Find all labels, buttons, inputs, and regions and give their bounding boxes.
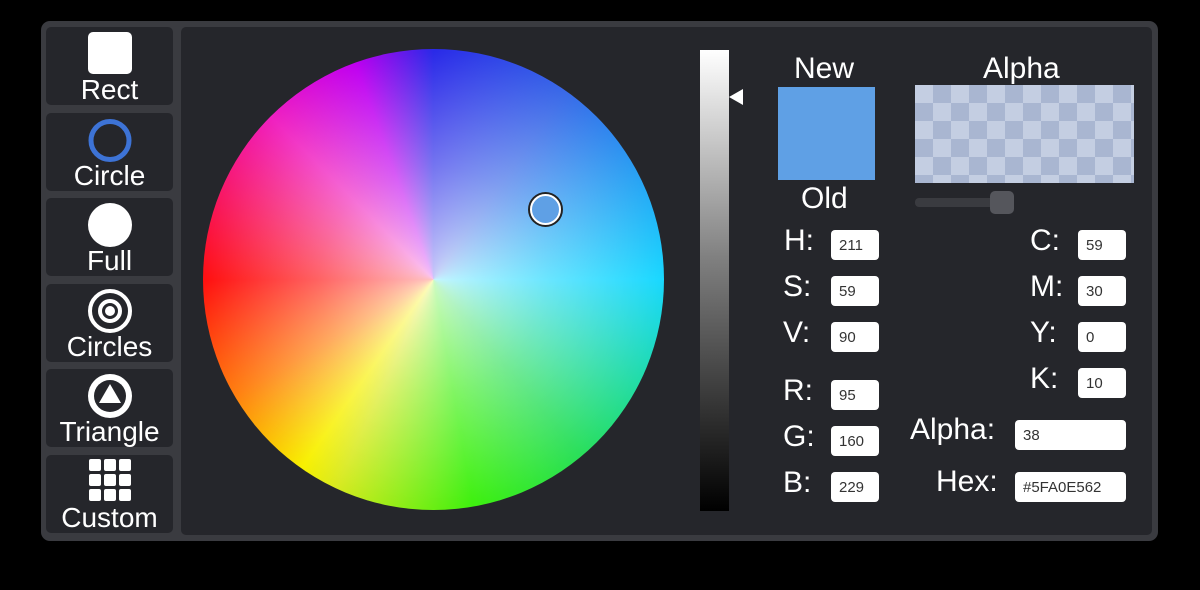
value-slider-arrow-icon[interactable]	[729, 89, 743, 105]
hex-field[interactable]: #5FA0E562	[1015, 472, 1126, 502]
mode-label: Full	[86, 245, 133, 276]
rect-icon	[87, 32, 132, 74]
h-field[interactable]: 211	[831, 230, 879, 260]
mode-label: Custom	[61, 502, 158, 533]
color-wheel-handle[interactable]	[530, 194, 561, 225]
circle-outline-icon	[88, 119, 131, 162]
y-field[interactable]: 0	[1078, 322, 1126, 352]
b-label: B:	[783, 466, 812, 499]
k-field[interactable]: 10	[1078, 368, 1126, 398]
g-field[interactable]: 160	[831, 426, 879, 456]
m-field[interactable]: 30	[1078, 276, 1126, 306]
new-color-label: New	[794, 52, 855, 85]
s-label: S:	[783, 270, 812, 303]
hex-label: Hex:	[936, 465, 998, 498]
alpha-label: Alpha:	[910, 413, 996, 446]
color-wheel[interactable]	[203, 49, 664, 510]
v-label: V:	[783, 316, 811, 349]
mode-button-rect[interactable]: Rect	[46, 27, 173, 105]
alpha-slider-thumb[interactable]	[990, 191, 1014, 214]
alpha-preview-label: Alpha	[983, 52, 1060, 85]
v-field[interactable]: 90	[831, 322, 879, 352]
new-color-swatch	[778, 87, 875, 180]
grid-icon	[88, 459, 131, 501]
b-field[interactable]: 229	[831, 472, 879, 502]
y-label: Y:	[1030, 316, 1057, 349]
concentric-circles-icon	[87, 289, 132, 333]
old-color-label: Old	[801, 182, 848, 215]
s-field[interactable]: 59	[831, 276, 879, 306]
mode-button-custom[interactable]: Custom	[46, 455, 173, 533]
triangle-in-circle-icon	[87, 374, 132, 418]
mode-button-full[interactable]: Full	[46, 198, 173, 276]
c-label: C:	[1030, 224, 1060, 257]
k-label: K:	[1030, 362, 1059, 395]
alpha-field[interactable]: 38	[1015, 420, 1126, 450]
h-label: H:	[784, 224, 814, 257]
mode-label: Circles	[66, 331, 153, 362]
c-field[interactable]: 59	[1078, 230, 1126, 260]
mode-button-circles[interactable]: Circles	[46, 284, 173, 362]
mode-label: Triangle	[59, 416, 160, 447]
g-label: G:	[783, 420, 815, 453]
mode-label: Rect	[80, 74, 139, 105]
mode-button-circle[interactable]: Circle	[46, 113, 173, 191]
m-label: M:	[1030, 270, 1064, 303]
value-slider[interactable]	[700, 50, 729, 511]
full-circle-icon	[87, 203, 132, 247]
alpha-preview	[915, 85, 1134, 183]
mode-button-triangle[interactable]: Triangle	[46, 369, 173, 447]
r-field[interactable]: 95	[831, 380, 879, 410]
mode-label: Circle	[73, 160, 146, 191]
r-label: R:	[783, 374, 813, 407]
